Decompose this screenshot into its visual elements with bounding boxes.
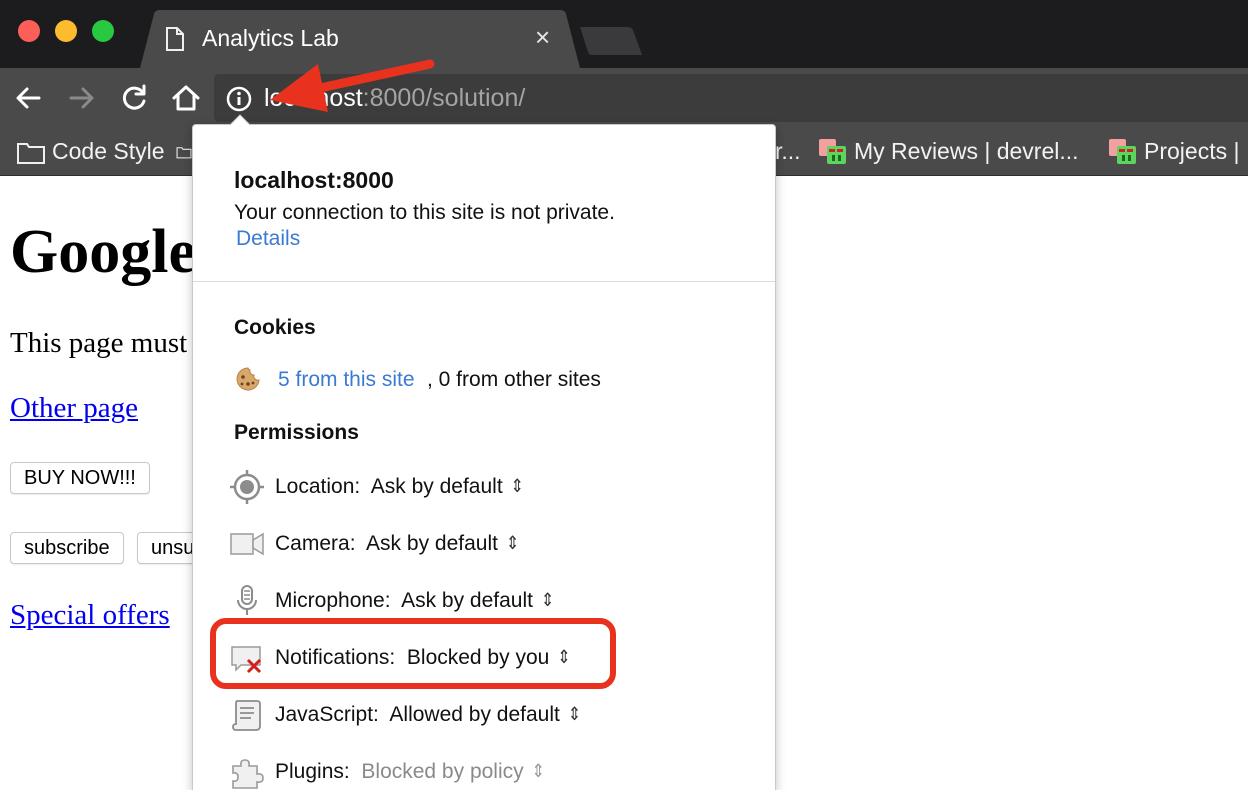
- buy-now-button[interactable]: BUY NOW!!!: [10, 462, 150, 494]
- gerrit-icon: [1109, 139, 1136, 164]
- select-arrows-icon: ⇕: [531, 761, 546, 782]
- permissions-heading: Permissions: [234, 421, 359, 444]
- cookie-icon: [236, 367, 260, 391]
- permission-location[interactable]: Location: Ask by default ⇕: [229, 469, 749, 505]
- folder-icon: [176, 147, 192, 159]
- reload-icon[interactable]: [118, 82, 150, 114]
- annotation-highlight-box: [210, 618, 616, 689]
- permission-label: JavaScript:: [275, 703, 379, 726]
- tab-title: Analytics Lab: [202, 25, 339, 51]
- permission-value[interactable]: Ask by default: [366, 532, 498, 555]
- window-maximize-button[interactable]: [92, 20, 114, 42]
- subscribe-button[interactable]: subscribe: [10, 532, 124, 564]
- permission-value: Blocked by policy: [361, 760, 524, 783]
- special-offers-link[interactable]: Special offers: [10, 599, 170, 632]
- permission-value[interactable]: Ask by default: [371, 475, 503, 498]
- folder-icon: [17, 143, 45, 164]
- select-arrows-icon[interactable]: ⇕: [506, 532, 519, 555]
- permission-label: Plugins:: [275, 760, 350, 783]
- permission-value[interactable]: Allowed by default: [389, 703, 559, 726]
- permission-microphone[interactable]: Microphone: Ask by default ⇕: [229, 583, 749, 619]
- bookmark-label: Code Style: [52, 138, 165, 164]
- select-arrows-icon[interactable]: ⇕: [568, 703, 581, 726]
- plugin-puzzle-icon: [232, 759, 264, 789]
- permission-plugins: Plugins: Blocked by policy ⇕: [229, 754, 749, 790]
- permission-label: Location:: [275, 475, 361, 498]
- tab-close-icon[interactable]: ×: [535, 23, 550, 51]
- tab-strip: Analytics Lab ×: [0, 0, 1248, 68]
- permission-label: Camera:: [275, 532, 356, 555]
- cookies-other-count: , 0 from other sites: [427, 368, 601, 391]
- page-paragraph: This page must: [10, 327, 188, 359]
- details-link[interactable]: Details: [236, 227, 300, 251]
- window-close-button[interactable]: [18, 20, 40, 42]
- permission-label: Microphone:: [275, 589, 391, 612]
- other-page-link[interactable]: Other page: [10, 392, 138, 425]
- permission-value[interactable]: Ask by default: [401, 589, 533, 612]
- site-host: localhost:8000: [234, 167, 394, 193]
- gerrit-icon: [819, 139, 846, 164]
- bookmark-label: Projects |: [1144, 138, 1240, 164]
- browser-toolbar: localhost:8000/solution/: [0, 68, 1248, 128]
- site-info-popup: localhost:8000 Your connection to this s…: [192, 114, 776, 790]
- page-icon: [166, 27, 184, 51]
- select-arrows-icon[interactable]: ⇕: [511, 475, 524, 498]
- popup-header: localhost:8000 Your connection to this s…: [193, 125, 775, 282]
- forward-arrow-icon[interactable]: [66, 82, 98, 114]
- location-crosshair-icon: [230, 470, 264, 504]
- cookies-heading: Cookies: [234, 316, 316, 339]
- camera-icon: [230, 532, 264, 556]
- annotation-arrow-icon: [270, 59, 435, 112]
- javascript-scroll-icon: [232, 700, 261, 731]
- cookies-row: 5 from this site , 0 from other sites: [234, 365, 754, 395]
- back-arrow-icon[interactable]: [12, 82, 44, 114]
- new-tab-button[interactable]: [578, 25, 644, 57]
- microphone-icon: [237, 585, 257, 615]
- permission-javascript[interactable]: JavaScript: Allowed by default ⇕: [229, 697, 749, 733]
- window-minimize-button[interactable]: [55, 20, 77, 42]
- bookmark-label: r...: [775, 138, 801, 164]
- select-arrows-icon[interactable]: ⇕: [541, 589, 554, 612]
- bookmark-label: My Reviews | devrel...: [854, 138, 1079, 164]
- cookies-link[interactable]: 5 from this site: [278, 368, 415, 392]
- permission-camera[interactable]: Camera: Ask by default ⇕: [229, 526, 749, 562]
- page-heading: Google: [10, 218, 196, 286]
- connection-status-text: Your connection to this site is not priv…: [234, 201, 615, 224]
- home-icon[interactable]: [170, 82, 202, 114]
